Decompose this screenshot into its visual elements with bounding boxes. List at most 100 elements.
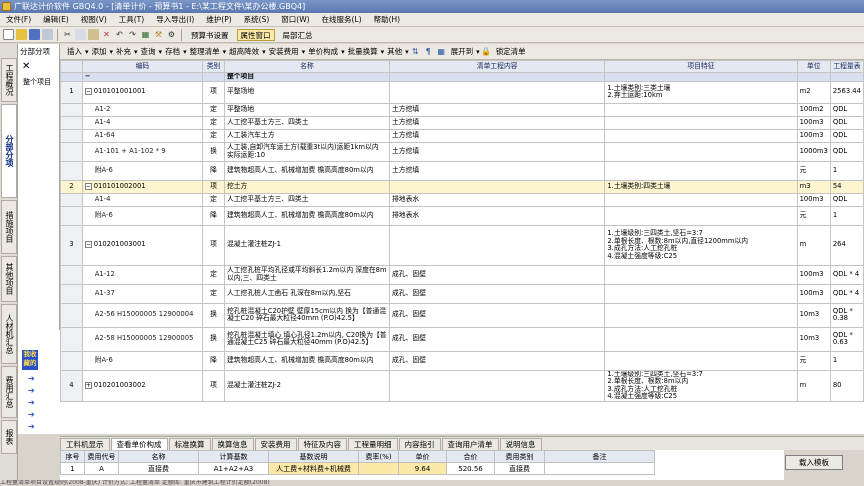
cell-code[interactable]: +010201003002 [81, 369, 204, 402]
cell-name[interactable]: 人工挖平基土方三、四类土 [223, 192, 391, 207]
cell-type[interactable]: 降 [202, 160, 225, 181]
side-tab-labor-material[interactable]: 人材机汇总 [1, 304, 17, 364]
cell-qty[interactable]: QDL [829, 115, 864, 130]
cell-qty[interactable]: 264 [829, 224, 864, 266]
table-row[interactable]: A1-101 + A1-102 * 9 换人工装,自卸汽车运土方(载重3t以内)运… [60, 141, 864, 162]
load-template-button[interactable]: 载入模板 [785, 455, 843, 470]
table-row[interactable]: 2−010101002001 项挖土方 1.土壤类别:四类土壤 m3 54 [60, 179, 864, 194]
cell-content[interactable]: 土方挖填 [389, 115, 606, 130]
cell-type[interactable]: 降 [202, 205, 225, 226]
arrow-right-icon[interactable]: ➔ [28, 386, 35, 395]
cell-qty[interactable]: QDL [829, 141, 864, 162]
table-row[interactable]: A1-4 定人工挖平基土方三、四类土 土方挖填 100m3 QDL [60, 115, 864, 130]
cell-type[interactable]: 换 [202, 326, 225, 352]
cell-name[interactable]: 人工装汽车土方 [223, 128, 391, 143]
cell-code[interactable]: A1-12 [81, 264, 204, 285]
table-row[interactable]: A1-37 定人工挖孔桩人工凿石 孔深在8m以内,坚石 成孔、固壁 100m3 QDL … [60, 283, 864, 304]
cell-content[interactable] [389, 80, 606, 104]
cell-type[interactable]: 项 [202, 80, 225, 104]
cell-unit[interactable]: m [796, 369, 831, 402]
col-header-name[interactable]: 名称 [223, 60, 391, 73]
fee-cell-code[interactable]: A [84, 462, 119, 475]
expand-to-button[interactable]: 展开到 [448, 46, 477, 57]
close-icon[interactable]: ✕ [22, 61, 30, 72]
undo-icon[interactable]: ↶ [114, 29, 125, 40]
cell-name[interactable]: 人工挖平基土方三、四类土 [223, 115, 391, 130]
menu-help[interactable]: 帮助(H) [368, 14, 407, 25]
cell-content[interactable] [389, 369, 606, 402]
favorites-badge[interactable]: 我收藏的 [22, 350, 38, 370]
table-row[interactable]: A2-56 H15000005 12900004 换挖孔桩混凝土C20护壁 壁厚1… [60, 302, 864, 328]
table-row[interactable]: A2-58 H15000005 12900005 换挖孔桩混凝土填心 填心孔径1.… [60, 326, 864, 352]
cell-feature[interactable] [604, 205, 798, 226]
table-row[interactable]: 1−010101001001 项平整场地 1.土壤类别:三类土壤 2.弃土运距:10… [60, 80, 864, 104]
cell-content[interactable]: 土方挖填 [389, 160, 606, 181]
cell-content[interactable] [389, 72, 606, 82]
copy-icon[interactable] [75, 29, 86, 40]
cell-content[interactable]: 土方挖填 [389, 141, 606, 162]
cell-qty[interactable]: QDL * 4 [829, 264, 864, 285]
menu-system[interactable]: 系统(S) [238, 14, 276, 25]
open-folder-icon[interactable] [16, 29, 27, 40]
cut-icon[interactable]: ✂ [62, 29, 73, 40]
cell-code[interactable]: A1-4 [81, 192, 204, 207]
query-button[interactable]: 查询 [138, 46, 159, 57]
supplement-button[interactable]: 补充 [113, 46, 134, 57]
cell-content[interactable]: 成孔、固壁 [389, 326, 606, 352]
table-row[interactable]: A1-2 定平整场地 土方挖填 100m2 QDL [60, 102, 864, 117]
arrow-right-icon[interactable]: ➔ [28, 374, 35, 383]
side-tab-reports[interactable]: 报表 [1, 420, 17, 454]
cell-type[interactable]: 定 [202, 264, 225, 285]
fee-cell-unit-price[interactable]: 9.64 [398, 462, 447, 475]
table-row[interactable]: 3−010201003001 项混凝土灌注桩ZJ-1 1.土壤级别:三四类土,坚石=… [60, 224, 864, 266]
cell-qty[interactable]: QDL * 4 [829, 283, 864, 304]
cell-type[interactable]: 降 [202, 350, 225, 371]
cell-content[interactable]: 成孔、固壁 [389, 350, 606, 371]
cell-feature[interactable]: 1.土壤级别:三四类土,坚石=3:7 2.单根长度、根数:8m以内 3.成孔方法… [604, 369, 798, 402]
cell-name[interactable]: 平整场地 [223, 80, 391, 104]
side-tab-project-overview[interactable]: 工程概况 [1, 58, 17, 102]
height-reduction-button[interactable]: 超高降效 [226, 46, 262, 57]
cell-feature[interactable]: 1.土壤类别:四类土壤 [604, 179, 798, 194]
lock-icon[interactable]: 🔒 [481, 46, 492, 57]
cell-qty[interactable]: QDL [829, 192, 864, 207]
cell-name[interactable]: 整个项目 [223, 72, 391, 82]
cell-unit[interactable]: 10m3 [796, 326, 831, 352]
cell-type[interactable]: 项 [202, 179, 225, 194]
fee-cell-rate[interactable] [358, 462, 399, 475]
col-header-unit[interactable]: 单位 [796, 60, 831, 73]
property-window-button[interactable]: 属性窗口 [236, 28, 275, 41]
cell-code[interactable]: A2-58 H15000005 12900005 [81, 326, 204, 352]
cell-type[interactable]: 换 [202, 141, 225, 162]
cell-feature[interactable] [604, 192, 798, 207]
cell-name[interactable]: 混凝土灌注桩ZJ-1 [223, 224, 391, 266]
paste-icon[interactable] [88, 29, 99, 40]
cell-unit[interactable]: 元 [796, 160, 831, 181]
other-button[interactable]: 其他 [384, 46, 405, 57]
cell-type[interactable]: 定 [202, 128, 225, 143]
fee-row[interactable]: 1 A 直接费 A1+A2+A3 人工费+材料费+机械费 9.64 520.56… [60, 462, 655, 475]
cell-content[interactable]: 排地表水 [389, 192, 606, 207]
cell-unit[interactable]: m2 [796, 80, 831, 104]
cell-code[interactable]: 附A-6 [81, 205, 204, 226]
table-row[interactable]: A1-12 定人工挖孔桩平均孔径或平均斜长1.2m以内 深度在8m以内,三、四类土… [60, 264, 864, 285]
cell-feature[interactable] [604, 141, 798, 162]
cell-code[interactable]: A1-64 [81, 128, 204, 143]
collapse-icon[interactable]: − [84, 88, 92, 96]
table-row[interactable]: A1-4 定人工挖平基土方三、四类土 排地表水 100m3 QDL [60, 192, 864, 207]
cell-type[interactable]: 项 [202, 224, 225, 266]
cell-content[interactable]: 成孔、固壁 [389, 264, 606, 285]
fee-cell-remark[interactable] [544, 462, 655, 475]
table-row[interactable]: A1-64 定人工装汽车土方 土方挖填 100m3 QDL [60, 128, 864, 143]
menu-window[interactable]: 窗口(W) [275, 14, 315, 25]
cell-name[interactable]: 挖土方 [223, 179, 391, 194]
delete-icon[interactable]: ✕ [101, 29, 112, 40]
cell-unit[interactable]: 1000m3 [796, 141, 831, 162]
cell-feature[interactable] [604, 160, 798, 181]
cell-qty[interactable]: 2563.44 [829, 80, 864, 104]
arrow-right-icon[interactable]: ➔ [28, 422, 35, 431]
tab-description[interactable]: 说明信息 [499, 438, 542, 450]
cell-unit[interactable]: 10m3 [796, 302, 831, 328]
cell-unit[interactable]: 元 [796, 350, 831, 371]
add-button[interactable]: 添加 [89, 46, 110, 57]
